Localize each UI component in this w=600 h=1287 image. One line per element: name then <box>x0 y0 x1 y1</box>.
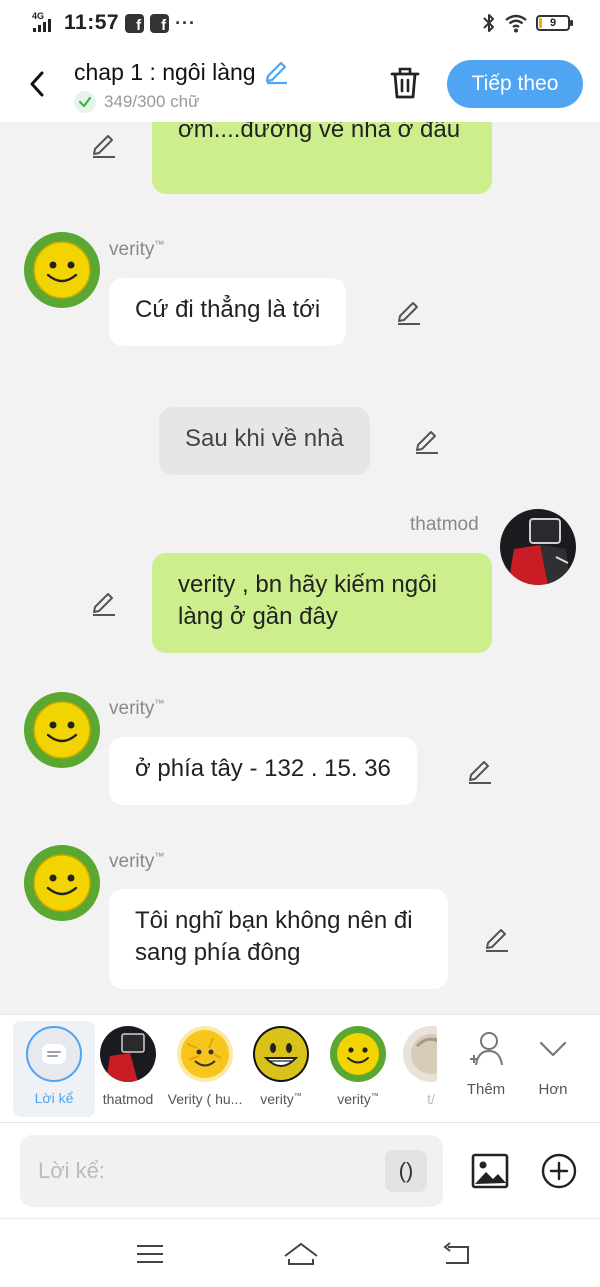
character-verity[interactable]: verity™ <box>317 1015 399 1123</box>
system-navbar <box>0 1218 600 1287</box>
sender-name: verity™ <box>109 698 165 719</box>
header: chap 1 : ngôi làng 349/300 chữ Tiếp theo <box>0 46 600 122</box>
back-icon[interactable] <box>24 66 52 102</box>
add-character-button[interactable]: Thêm <box>456 1029 516 1098</box>
bluetooth-icon <box>483 14 494 32</box>
character-label: verity™ <box>337 1091 379 1107</box>
sender-name: verity™ <box>109 239 165 260</box>
word-count-row: 349/300 chữ <box>74 91 200 113</box>
avatar-verity-grin <box>253 1026 309 1082</box>
pencil-icon[interactable] <box>412 426 442 456</box>
parentheses-button[interactable]: () <box>385 1150 427 1192</box>
character-label: verity™ <box>260 1091 302 1107</box>
add-person-icon <box>470 1032 503 1066</box>
pencil-icon[interactable] <box>482 924 512 954</box>
status-right: 9 <box>482 13 573 33</box>
sender-name: thatmod <box>410 514 479 535</box>
character-label: t/ <box>427 1091 435 1107</box>
return-icon[interactable] <box>442 1239 472 1269</box>
sender-name: verity™ <box>109 851 165 872</box>
character-label: Verity ( hu... <box>167 1091 243 1107</box>
character-narration[interactable]: Lời kể <box>13 1021 95 1117</box>
message-bubble[interactable]: verity , bn hãy kiếm ngôi làng ở gần đây <box>152 553 492 653</box>
character-verity-hu[interactable]: Verity ( hu... <box>164 1015 246 1123</box>
composer: () <box>0 1122 600 1218</box>
battery-icon: 9 <box>536 15 573 31</box>
character-strip[interactable]: Lời kể thatmod Verity ( hu... verity™ ve… <box>0 1014 600 1122</box>
character-label: Lời kể <box>34 1090 74 1106</box>
message-bubble[interactable]: Cứ đi thẳng là tới <box>109 278 347 346</box>
chat-area[interactable]: ơm....đường về nhà ở đâu verity™ Cứ đi t… <box>0 122 600 1014</box>
more-label: Hơn <box>538 1081 568 1098</box>
avatar-verity[interactable] <box>24 692 100 768</box>
edit-icon[interactable] <box>262 58 290 86</box>
message-bubble[interactable]: Tôi nghĩ bạn không nên đi sang phía đông <box>109 889 448 989</box>
status-bar: 4G 11:57 f f ··· 9 <box>0 0 600 46</box>
check-icon <box>74 91 96 113</box>
avatar-verity[interactable] <box>24 845 100 921</box>
wifi-icon <box>505 14 527 33</box>
avatar-verity-hu <box>177 1026 233 1082</box>
pencil-icon[interactable] <box>89 588 119 618</box>
message-bubble[interactable]: ở phía tây - 132 . 15. 36 <box>109 737 417 805</box>
avatar-verity[interactable] <box>24 232 100 308</box>
avatar-thatmod[interactable] <box>500 509 576 585</box>
pencil-icon[interactable] <box>465 756 495 786</box>
home-icon[interactable] <box>283 1239 319 1269</box>
signal-icon: 4G <box>32 11 58 34</box>
character-thatmod[interactable]: thatmod <box>87 1015 169 1123</box>
facebook-notification-icon: f <box>125 13 145 33</box>
title-row[interactable]: chap 1 : ngôi làng <box>74 58 290 86</box>
trash-icon[interactable] <box>388 65 422 101</box>
character-partial[interactable]: t/ <box>389 1015 437 1123</box>
more-characters-button[interactable]: Hơn <box>523 1029 583 1098</box>
facebook-notification-icon: f <box>150 13 170 33</box>
character-verity-grin[interactable]: verity™ <box>240 1015 322 1123</box>
battery-level: 9 <box>549 17 557 29</box>
avatar-partial <box>403 1026 437 1082</box>
avatar-thatmod <box>100 1026 156 1082</box>
menu-icon[interactable] <box>135 1239 165 1269</box>
clock: 11:57 <box>64 11 120 34</box>
word-count: 349/300 chữ <box>104 92 200 111</box>
add-character-label: Thêm <box>466 1081 506 1098</box>
avatar-verity <box>330 1026 386 1082</box>
pencil-icon[interactable] <box>394 297 424 327</box>
chapter-title[interactable]: chap 1 : ngôi làng <box>74 59 256 86</box>
narration-input[interactable] <box>20 1135 443 1207</box>
narration-bubble[interactable]: Sau khi về nhà <box>159 407 370 475</box>
character-label: thatmod <box>102 1091 154 1107</box>
more-notifications-icon: ··· <box>175 12 197 33</box>
image-icon[interactable] <box>470 1152 510 1190</box>
narration-icon <box>26 1026 82 1082</box>
add-circle-icon[interactable] <box>540 1152 578 1190</box>
pencil-icon[interactable] <box>89 130 119 160</box>
status-left: 4G 11:57 f f ··· <box>32 11 196 35</box>
next-button[interactable]: Tiếp theo <box>447 60 583 108</box>
chevron-down-icon <box>539 1041 567 1057</box>
message-bubble[interactable]: ơm....đường về nhà ở đâu <box>152 122 492 194</box>
